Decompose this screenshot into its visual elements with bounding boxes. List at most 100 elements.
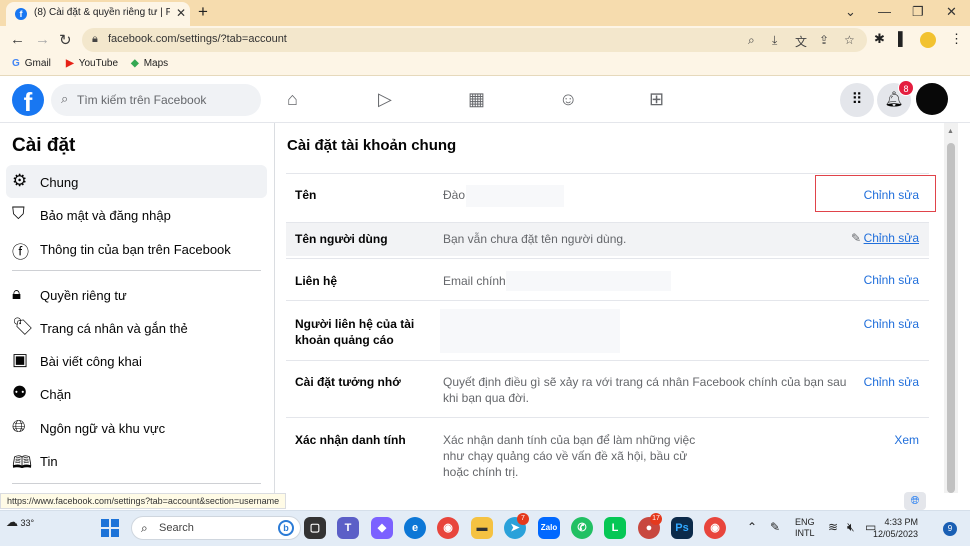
sidebar-item-security[interactable]: ⛉ Bảo mật và đăng nhập bbox=[6, 198, 267, 231]
file-explorer-icon[interactable]: ▬ bbox=[471, 517, 493, 539]
edge-icon[interactable]: e bbox=[404, 517, 426, 539]
tab-search-icon[interactable]: ⌄ bbox=[845, 4, 856, 20]
sidebar-item-label: Chặn bbox=[40, 387, 72, 402]
language-indicator[interactable]: ENG INTL bbox=[795, 517, 815, 539]
scrollbar-thumb[interactable] bbox=[947, 143, 955, 493]
taskbar-search[interactable]: ⌕ Search bbox=[131, 516, 301, 540]
taskbar-search-label: Search bbox=[159, 522, 194, 534]
sidebar-item-stories[interactable]: 🕮 Tin bbox=[6, 444, 267, 477]
edit-memorial-link[interactable]: Chỉnh sửa bbox=[864, 375, 919, 389]
watch-icon[interactable]: ▷ bbox=[378, 89, 392, 110]
sidebar-item-profile-tagging[interactable]: 🏷︎ Trang cá nhân và gắn thẻ bbox=[6, 311, 267, 344]
search-icon: ⌕ bbox=[61, 91, 69, 106]
windows-taskbar: ☁︎ 33° ⌕ Search b ▢ T ◆ e ◉ ▬ ➤ 7 Zalo ✆… bbox=[0, 510, 970, 546]
telegram-badge: 7 bbox=[517, 513, 529, 525]
sidebar-item-label: Bảo mật và đăng nhập bbox=[40, 208, 171, 223]
clock[interactable]: 4:33 PM 12/05/2023 bbox=[873, 516, 918, 540]
volume-icon[interactable]: 🔇︎ bbox=[847, 520, 855, 535]
home-icon[interactable]: ⌂ bbox=[287, 89, 298, 110]
shield-icon: ⛉ bbox=[12, 204, 25, 223]
settings-row-username[interactable]: Tên người dùng Bạn vẫn chưa đặt tên ngườ… bbox=[286, 222, 929, 256]
settings-row-memorial[interactable]: Cài đặt tưởng nhớ Quyết định điều gì sẽ … bbox=[286, 360, 929, 417]
redacted-area bbox=[466, 185, 564, 207]
post-icon: ▣ bbox=[12, 350, 29, 369]
settings-row-contact[interactable]: Liên hệ Email chính: Chỉnh sửa bbox=[286, 258, 929, 300]
forward-icon[interactable]: → bbox=[35, 31, 50, 48]
tag-icon: 🏷︎ bbox=[12, 317, 34, 336]
new-tab-button[interactable]: + bbox=[198, 2, 208, 22]
start-button[interactable] bbox=[101, 519, 119, 537]
gaming-icon[interactable]: ⊞ bbox=[649, 89, 664, 110]
bookmark-youtube[interactable]: ▶ YouTube bbox=[66, 58, 118, 69]
menu-icon[interactable]: ⋮ bbox=[950, 31, 963, 47]
sidebar-item-chung[interactable]: ⚙︎ Chung bbox=[6, 165, 267, 198]
settings-row-identity[interactable]: Xác nhận danh tính Xác nhận danh tính củ… bbox=[286, 417, 929, 493]
back-icon[interactable]: ← bbox=[10, 31, 25, 48]
weather-icon: ☁︎ bbox=[6, 515, 18, 529]
book-icon: 🕮 bbox=[12, 453, 33, 472]
zoom-icon[interactable]: ⌕ bbox=[748, 33, 755, 48]
notification-count-badge[interactable]: 9 bbox=[943, 522, 957, 536]
globe-icon[interactable]: 🌐︎ bbox=[904, 492, 926, 510]
profile-icon[interactable] bbox=[920, 32, 936, 48]
edit-ad-contact-link[interactable]: Chỉnh sửa bbox=[864, 317, 919, 331]
task-view-icon[interactable]: ▢ bbox=[304, 517, 326, 539]
row-label: Tên người dùng bbox=[295, 232, 388, 246]
edit-contact-link[interactable]: Chỉnh sửa bbox=[864, 273, 919, 287]
install-icon[interactable]: ⤓ bbox=[772, 33, 777, 48]
tab-title: (8) Cài đặt & quyền riêng tư | Fac bbox=[34, 7, 170, 18]
row-value: Email chính: bbox=[443, 274, 510, 288]
whatsapp-icon[interactable]: ✆ bbox=[571, 517, 593, 539]
edit-username-link[interactable]: Chỉnh sửa bbox=[864, 231, 919, 245]
sidebar-item-your-info[interactable]: ⓕ Thông tin của bạn trên Facebook bbox=[6, 232, 267, 265]
view-identity-link[interactable]: Xem bbox=[894, 433, 919, 447]
extensions-icon[interactable]: ✱ bbox=[874, 31, 885, 47]
groups-icon[interactable]: ☺ bbox=[559, 89, 577, 110]
address-url[interactable]: facebook.com/settings/?tab=account bbox=[108, 33, 287, 45]
scroll-up-icon[interactable]: ▲ bbox=[947, 128, 954, 135]
app-badge: 17 bbox=[650, 513, 662, 525]
bookmark-maps[interactable]: ◆ Maps bbox=[131, 58, 168, 69]
share-icon[interactable]: ⇪ bbox=[819, 33, 829, 47]
photoshop-icon[interactable]: Ps bbox=[671, 517, 693, 539]
translate-icon[interactable]: 文 bbox=[795, 33, 807, 50]
facebook-favicon-icon: f bbox=[15, 8, 27, 20]
tab-close-icon[interactable]: ✕ bbox=[176, 6, 186, 20]
status-url: https://www.facebook.com/settings?tab=ac… bbox=[0, 493, 287, 509]
facebook-icon: ⓕ bbox=[12, 243, 29, 262]
sidebar-item-public-posts[interactable]: ▣ Bài viết công khai bbox=[6, 344, 267, 377]
bing-icon[interactable]: b bbox=[278, 520, 294, 536]
sidebar-item-privacy[interactable]: 🔒︎ Quyền riêng tư bbox=[6, 278, 267, 311]
settings-sidebar: Cài đặt ⚙︎ Chung ⛉ Bảo mật và đăng nhập ⓕ T… bbox=[0, 123, 275, 493]
facebook-logo-icon[interactable]: f bbox=[12, 84, 44, 117]
settings-row-ad-contact[interactable]: Người liên hệ của tài khoản quảng cáo Ch… bbox=[286, 300, 929, 360]
address-bar[interactable]: 🔒︎ facebook.com/settings/?tab=account ⌕ … bbox=[82, 28, 867, 52]
minimize-icon[interactable]: — bbox=[878, 4, 891, 19]
highlight-box bbox=[815, 175, 936, 212]
chrome-profile-icon[interactable]: ◉ bbox=[704, 517, 726, 539]
close-window-icon[interactable]: ✕ bbox=[946, 4, 957, 20]
marketplace-icon[interactable]: ▦ bbox=[468, 89, 485, 110]
tray-overflow-icon[interactable]: ⌃ bbox=[747, 520, 757, 534]
reload-icon[interactable]: ↻ bbox=[59, 31, 72, 49]
avatar[interactable] bbox=[916, 83, 948, 115]
wifi-icon[interactable]: ≋ bbox=[828, 520, 838, 534]
bookmark-star-icon[interactable]: ☆ bbox=[844, 33, 855, 47]
menu-grid-icon[interactable]: ⠿ bbox=[840, 83, 874, 117]
sidebar-item-label: Trang cá nhân và gắn thẻ bbox=[40, 321, 188, 336]
scrollbar[interactable]: ▲ bbox=[944, 123, 958, 493]
teams-icon[interactable]: T bbox=[337, 517, 359, 539]
pen-icon[interactable]: ✎ bbox=[770, 520, 780, 534]
sidebar-item-blocking[interactable]: ⚉ Chặn bbox=[6, 377, 267, 410]
bookmark-gmail[interactable]: G Gmail bbox=[12, 58, 51, 69]
browser-tab[interactable]: f (8) Cài đặt & quyền riêng tư | Fac ✕ bbox=[6, 2, 190, 26]
copilot-icon[interactable]: ◆ bbox=[371, 517, 393, 539]
sidebar-item-language[interactable]: 🌐︎ Ngôn ngữ và khu vực bbox=[6, 411, 267, 444]
zalo-icon[interactable]: Zalo bbox=[538, 517, 560, 539]
sidepanel-icon[interactable]: ▌ bbox=[898, 31, 907, 46]
restore-icon[interactable]: ❐ bbox=[912, 4, 924, 20]
weather-widget[interactable]: ☁︎ 33° bbox=[6, 515, 34, 529]
line-icon[interactable]: L bbox=[604, 517, 626, 539]
chrome-icon[interactable]: ◉ bbox=[437, 517, 459, 539]
search-input[interactable]: ⌕ Tìm kiếm trên Facebook bbox=[51, 84, 261, 116]
